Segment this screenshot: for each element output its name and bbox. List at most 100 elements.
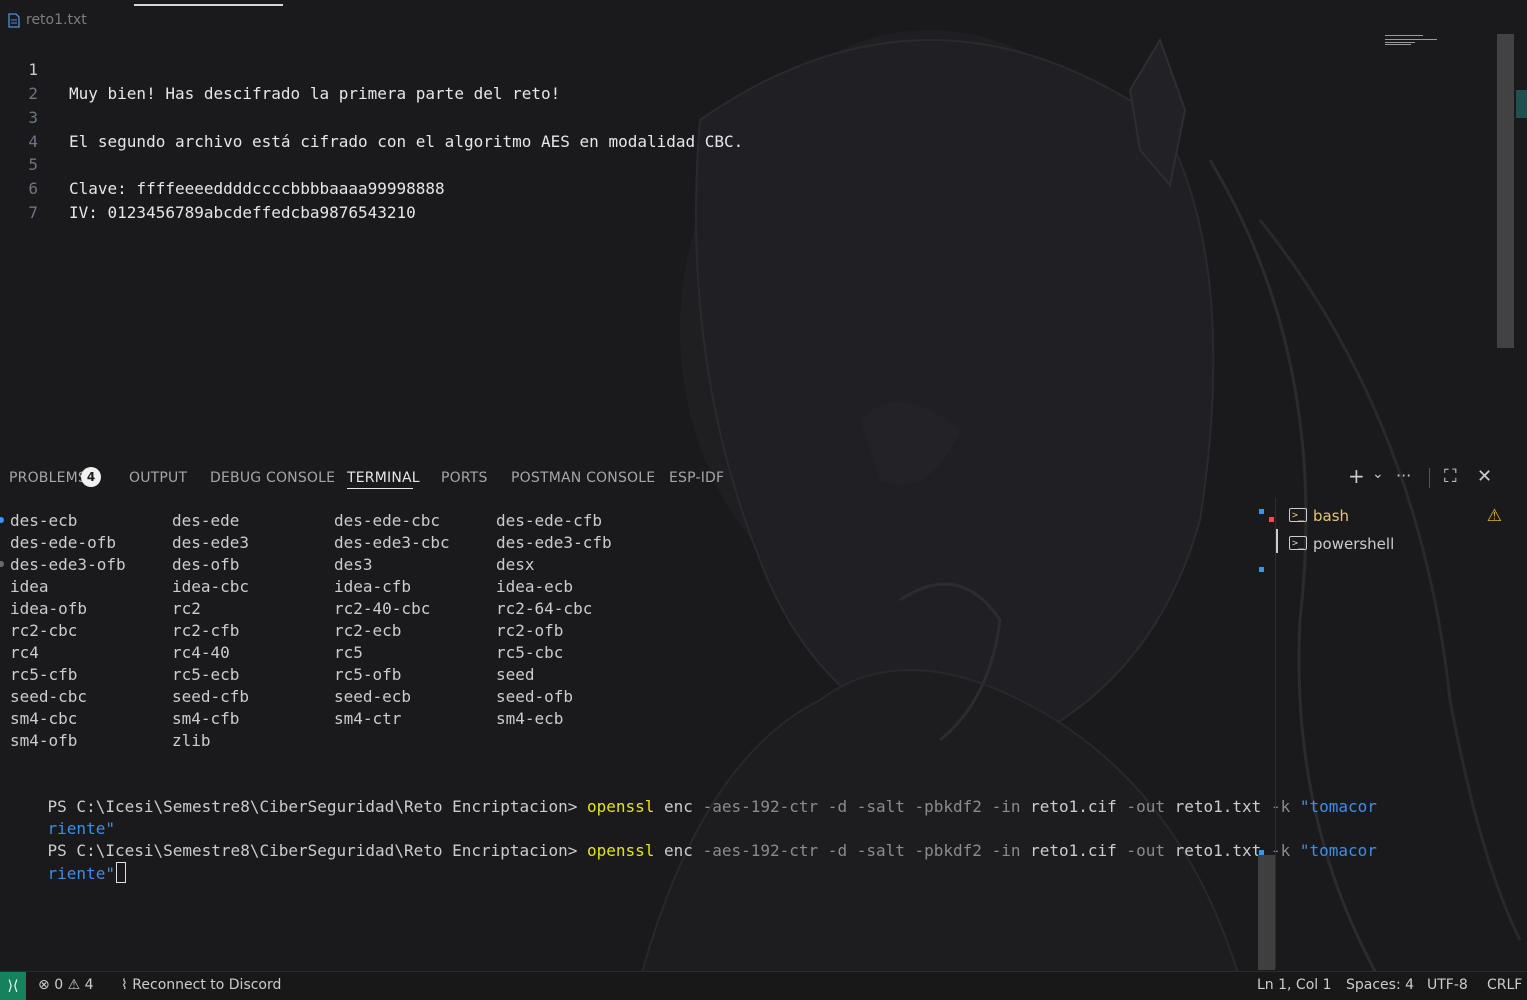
tab-esp-idf[interactable]: ESP-IDF [669, 470, 724, 486]
cipher-name: rc5-cfb [10, 665, 78, 684]
more-actions-button[interactable]: ··· [1396, 466, 1411, 485]
command-flags: -aes-192-ctr -d -salt -pbkdf2 -in [702, 797, 1031, 816]
cipher-name: zlib [172, 731, 211, 750]
cipher-name: seed-ofb [496, 687, 574, 706]
indentation-button[interactable]: Spaces: 4 [1346, 977, 1414, 993]
terminal-session-powershell[interactable]: >_ powershell [1280, 530, 1520, 558]
active-tab-indicator [134, 4, 283, 6]
cipher-name: des-ede3-cfb [496, 533, 612, 552]
minimap[interactable] [1385, 34, 1457, 48]
cipher-name: idea-ecb [496, 577, 574, 596]
terminal-line: des-ede-ofb des-ede3 des-ede3-cbc des-ed… [10, 532, 612, 554]
editor-line: 6 IV: 0123456789abcdeffedcba9876543210 [0, 153, 415, 222]
cipher-name: idea-cfb [334, 577, 412, 596]
command-decoration-icon [0, 517, 4, 523]
cipher-name: sm4-cfb [172, 709, 240, 728]
file-icon [8, 12, 20, 28]
active-panel-tab-indicator [347, 488, 413, 489]
overview-ruler-marker [1516, 90, 1527, 118]
terminal-line: des-ecb des-ede des-ede-cbc des-ede-cfb [10, 510, 602, 532]
scrollbar-marker [1269, 517, 1274, 522]
new-terminal-button[interactable]: + [1348, 464, 1365, 488]
tab-problems[interactable]: PROBLEMS [9, 470, 87, 486]
terminal-split-divider[interactable] [1275, 498, 1276, 968]
editor-scrollbar[interactable] [1497, 34, 1514, 348]
scrollbar-marker [1259, 567, 1264, 572]
close-panel-button[interactable]: ✕ [1477, 466, 1492, 487]
cipher-name: sm4-ofb [10, 731, 78, 750]
editor-line: 5 Clave: ffffeeeeddddccccbbbbaaaa9999888… [0, 129, 444, 198]
cipher-name: rc2-ecb [334, 621, 402, 640]
problems-status-button[interactable]: ⊗ 0 ⚠ 4 [38, 977, 94, 993]
terminal-line: rc2-cbc rc2-cfb rc2-ecb rc2-ofb [10, 620, 563, 642]
line-text: El segundo archivo está cifrado con el a… [69, 132, 744, 151]
editor-tab-strip: reto1.txt [0, 0, 1527, 32]
command-flag-out: -out [1116, 797, 1175, 816]
cipher-name: seed-ecb [334, 687, 412, 706]
terminal-scrollbar[interactable] [1258, 855, 1275, 970]
cipher-name: sm4-cbc [10, 709, 78, 728]
discord-status-button[interactable]: ⌇ Reconnect to Discord [121, 977, 281, 993]
terminal-line: sm4-cbc sm4-cfb sm4-ctr sm4-ecb [10, 708, 563, 730]
terminal-prompt: PS C:\Icesi\Semestre8\CiberSeguridad\Ret… [47, 841, 587, 860]
status-bar: ⟩⟨ ⊗ 0 ⚠ 4 ⌇ Reconnect to Discord Ln 1, … [0, 971, 1527, 1000]
activity-icon: ⌇ [121, 977, 128, 993]
cipher-name: rc5-ofb [334, 665, 402, 684]
cipher-name: rc5 [334, 643, 363, 662]
command-output-file: reto1.txt [1174, 841, 1262, 860]
cipher-name: sm4-ecb [496, 709, 564, 728]
cipher-name: des-ede [172, 511, 240, 530]
terminal-command-line-wrap: riente" [9, 796, 115, 838]
terminal-line: des-ede3-ofb des-ofb des3 desx [10, 554, 535, 576]
cipher-name: idea-cbc [172, 577, 250, 596]
command-program: openssl [586, 797, 655, 816]
editor-line: 4 [0, 106, 39, 151]
panel-tab-bar: PROBLEMS OUTPUT DEBUG CONSOLE TERMINAL P… [0, 458, 1527, 498]
cipher-name: rc2-ofb [496, 621, 564, 640]
command-input-file: reto1.cif [1030, 797, 1117, 816]
command-input-file: reto1.cif [1030, 841, 1117, 860]
eol-button[interactable]: CRLF [1487, 977, 1522, 993]
command-flag-out: -out [1116, 841, 1175, 860]
toolbar-divider [1429, 468, 1430, 488]
encoding-button[interactable]: UTF-8 [1427, 977, 1468, 993]
terminal-icon: >_ [1289, 536, 1307, 550]
remote-indicator-button[interactable]: ⟩⟨ [0, 972, 26, 1000]
cursor-position-button[interactable]: Ln 1, Col 1 [1257, 977, 1332, 993]
cipher-name: des-ede3-ofb [10, 555, 126, 574]
terminal-command-line: PS C:\Icesi\Semestre8\CiberSeguridad\Ret… [9, 774, 1377, 816]
cipher-name: rc2 [172, 599, 201, 618]
command-key: "tomacor [1299, 797, 1377, 816]
warning-icon: ⚠ [1486, 506, 1502, 526]
cipher-name: sm4-ctr [334, 709, 402, 728]
editor-line: 1 Muy bien! Has descifrado la primera pa… [0, 34, 560, 103]
terminal-line: rc4 rc4-40 rc5 rc5-cbc [10, 642, 563, 664]
cipher-name: rc4 [10, 643, 39, 662]
cipher-name: des-ofb [172, 555, 240, 574]
tab-postman-console[interactable]: POSTMAN CONSOLE [511, 470, 655, 486]
cipher-name: seed [496, 665, 535, 684]
terminal-line: sm4-ofb zlib [10, 730, 211, 752]
cipher-name: rc2-cfb [172, 621, 240, 640]
editor-tab-label: reto1.txt [26, 12, 87, 28]
tab-ports[interactable]: PORTS [441, 470, 488, 486]
tab-debug-console[interactable]: DEBUG CONSOLE [210, 470, 335, 486]
line-text: IV: 0123456789abcdeffedcba9876543210 [69, 203, 416, 222]
terminal-output[interactable]: des-ecb des-ede des-ede-cbc des-ede-cfb … [0, 508, 1377, 968]
cipher-name: des-ede-ofb [10, 533, 116, 552]
command-key: riente" [47, 864, 115, 883]
cipher-name: rc5-ecb [172, 665, 240, 684]
terminal-session-bash[interactable]: >_ bash ⚠ [1280, 502, 1520, 530]
command-flags: -aes-192-ctr -d -salt -pbkdf2 -in [702, 841, 1031, 860]
editor-tab-reto1[interactable]: reto1.txt [8, 12, 87, 28]
chevron-down-icon[interactable]: ⌄ [1372, 466, 1384, 482]
terminal-line: rc5-cfb rc5-ecb rc5-ofb seed [10, 664, 535, 686]
editor-text-area[interactable]: 1 Muy bien! Has descifrado la primera pa… [0, 34, 1490, 454]
cipher-name: seed-cfb [172, 687, 250, 706]
maximize-panel-button[interactable]: ⛶ [1444, 466, 1457, 487]
tab-output[interactable]: OUTPUT [129, 470, 187, 486]
warning-icon: ⚠ [67, 977, 81, 993]
cipher-name: rc2-40-cbc [334, 599, 431, 618]
terminal-line: seed-cbc seed-cfb seed-ecb seed-ofb [10, 686, 573, 708]
tab-terminal[interactable]: TERMINAL [347, 470, 420, 486]
